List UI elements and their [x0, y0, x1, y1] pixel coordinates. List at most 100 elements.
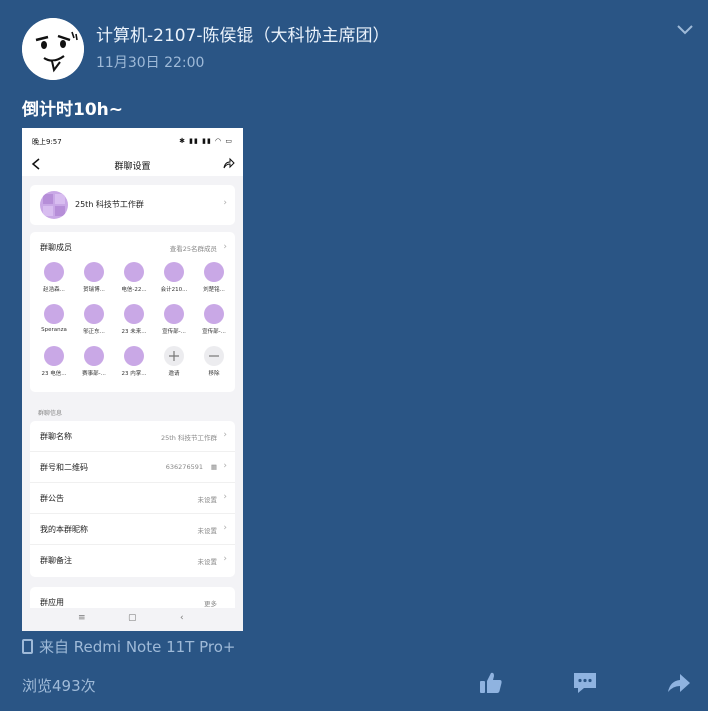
info-row: 群聊备注 未设置 › [30, 545, 235, 576]
info-row: 群公告 未设置 › [30, 483, 235, 514]
apps-label: 群应用 [40, 598, 64, 607]
member-avatar [84, 304, 104, 324]
plus-icon [164, 346, 184, 366]
member-name: 宣传部-... [162, 329, 186, 335]
share-icon [223, 157, 235, 169]
members-title: 群聊成员 [40, 243, 72, 252]
member-name: 23 未来... [121, 329, 147, 335]
chevron-down-icon[interactable] [674, 20, 696, 40]
info-key: 群聊名称 [40, 432, 72, 441]
author-name[interactable]: 计算机-2107-陈侯锟（大科协主席团） [96, 21, 390, 46]
minus-icon [204, 346, 224, 366]
invite-label: 邀请 [168, 371, 180, 377]
home-icon: ▢ [128, 613, 137, 623]
remove-member: 移除 [194, 346, 234, 377]
member-name: 贺瑞博... [83, 287, 105, 293]
author-avatar[interactable] [22, 18, 84, 80]
feed-post: 计算机-2107-陈侯锟（大科协主席团） 11月30日 22:00 倒计时10h… [0, 0, 708, 711]
phone-status-bar: 晚上9:57 ✱ ▮▮ ▮▮ ◠ ▭ [22, 128, 243, 154]
group-name: 25th 科技节工作群 [75, 200, 144, 209]
member-avatar [124, 304, 144, 324]
chevron-right-icon: › [223, 492, 227, 502]
member-item: 贺瑞博... [74, 262, 114, 293]
info-value: 25th 科技节工作群 [160, 434, 217, 442]
member-name: 23 电信... [41, 371, 67, 377]
comment-button[interactable] [572, 670, 598, 696]
remove-label: 移除 [208, 371, 220, 377]
member-avatar [124, 262, 144, 282]
chevron-right-icon: › [223, 523, 227, 533]
info-value: 未设置 [197, 496, 218, 504]
member-avatar [44, 346, 64, 366]
thumbs-up-icon [480, 672, 502, 693]
member-avatar [44, 304, 64, 324]
member-name: 赵浩森... [43, 287, 65, 293]
member-avatar [84, 262, 104, 282]
member-item: 23 内掌... [114, 346, 154, 377]
group-info-card: 群聊名称 25th 科技节工作群 › 群号和二维码 636276591 ▦ › 群公告 未设… [30, 421, 235, 577]
group-avatar [40, 191, 68, 219]
chevron-right-icon: › [223, 430, 227, 440]
phone-nav-bar: 群聊设置 [22, 154, 243, 176]
view-count: 浏览493次 [22, 677, 96, 695]
member-item: 23 未来... [114, 304, 154, 335]
info-value: 未设置 [197, 558, 218, 566]
member-item: 赵浩森... [34, 262, 74, 293]
chevron-right-icon: › [223, 198, 227, 208]
apps-more: 更多 [204, 600, 217, 608]
comment-icon [574, 673, 596, 693]
doodle-face-icon [22, 18, 84, 80]
member-item: 赛事部-... [74, 346, 114, 377]
phone-icon [22, 639, 33, 654]
member-item: 邬正东... [74, 304, 114, 335]
menu-icon: ≡ [78, 613, 86, 623]
status-icons: ✱ ▮▮ ▮▮ ◠ ▭ [179, 137, 233, 145]
group-card: 25th 科技节工作群 › [30, 185, 235, 225]
member-item: 宣传部-... [194, 304, 234, 335]
device-source-text: 来自 Redmi Note 11T Pro+ [39, 638, 236, 656]
info-value: 636276591 [165, 463, 203, 471]
phone-bottom-nav: ≡ ▢ ‹ [22, 608, 243, 631]
member-item: 会计210... [154, 262, 194, 293]
info-value: 未设置 [197, 527, 218, 535]
member-item: 电信-22... [114, 262, 154, 293]
back-icon: ‹ [180, 613, 184, 623]
chevron-right-icon: › [223, 554, 227, 564]
member-avatar [44, 262, 64, 282]
member-name: 邬正东... [83, 329, 105, 335]
status-time: 晚上9:57 [32, 138, 62, 146]
member-name: 宣传部-... [202, 329, 226, 335]
member-item: 23 电信... [34, 346, 74, 377]
member-name: 刘楚铭... [203, 287, 225, 293]
info-key: 群公告 [40, 494, 64, 503]
info-key: 群号和二维码 [40, 463, 88, 472]
member-avatar [164, 262, 184, 282]
info-row: 我的本群昵称 未设置 › [30, 514, 235, 545]
post-image[interactable]: 晚上9:57 ✱ ▮▮ ▮▮ ◠ ▭ 群聊设置 25th 科技节工作群 › 群聊… [22, 128, 243, 631]
phone-page-title: 群聊设置 [114, 162, 151, 172]
member-name: 会计210... [160, 287, 188, 293]
chevron-right-icon: › [223, 242, 227, 252]
member-item: 刘楚铭... [194, 262, 234, 293]
forward-button[interactable] [666, 670, 692, 696]
info-row: 群聊名称 25th 科技节工作群 › [30, 421, 235, 452]
like-button[interactable] [478, 670, 504, 696]
member-name: 赛事部-... [82, 371, 106, 377]
qr-code-icon: ▦ [210, 463, 217, 471]
member-name: Speranza [41, 327, 67, 333]
chevron-right-icon: › [223, 461, 227, 471]
info-key: 我的本群昵称 [40, 525, 88, 534]
post-timestamp: 11月30日 22:00 [96, 55, 205, 71]
member-name: 电信-22... [121, 287, 147, 293]
device-source: 来自 Redmi Note 11T Pro+ [22, 636, 235, 657]
member-avatar [204, 304, 224, 324]
members-link: 查看25名群成员 [169, 245, 217, 253]
invite-member: 邀请 [154, 346, 194, 377]
member-item: 宣传部-... [154, 304, 194, 335]
forward-icon [668, 674, 690, 692]
member-avatar [124, 346, 144, 366]
member-avatar [204, 262, 224, 282]
member-avatar [84, 346, 104, 366]
member-avatar [164, 304, 184, 324]
member-item: Speranza [34, 304, 74, 333]
